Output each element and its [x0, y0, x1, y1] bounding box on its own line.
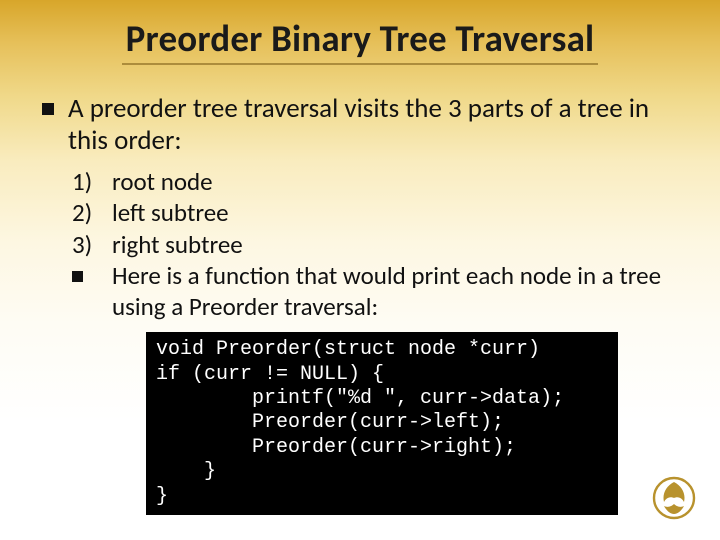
- list-item: 2) left subtree: [72, 198, 678, 229]
- title-wrap: Preorder Binary Tree Traversal: [0, 0, 720, 65]
- content-area: A preorder tree traversal visits the 3 p…: [0, 65, 720, 515]
- list-item: 3) right subtree: [72, 230, 678, 261]
- square-bullet-icon: [72, 271, 83, 282]
- intro-text: A preorder tree traversal visits the 3 p…: [68, 92, 649, 157]
- list-text: right subtree: [112, 229, 243, 260]
- list-number: 3): [72, 230, 92, 261]
- slide-title: Preorder Binary Tree Traversal: [122, 16, 599, 65]
- list-number: 2): [72, 198, 92, 229]
- square-bullet-icon: [42, 103, 54, 115]
- list-text: left subtree: [112, 197, 229, 228]
- note-text: Here is a function that would print each…: [112, 260, 661, 322]
- list-item-note: Here is a function that would print each…: [72, 261, 678, 322]
- ucf-pegasus-logo: [652, 476, 696, 520]
- list-item: 1) root node: [72, 167, 678, 198]
- pegasus-icon: [652, 476, 696, 520]
- code-block: void Preorder(struct node *curr) if (cur…: [146, 332, 618, 515]
- slide: Preorder Binary Tree Traversal A preorde…: [0, 0, 720, 540]
- list-text: root node: [112, 166, 213, 197]
- list-number: 1): [72, 167, 92, 198]
- intro-line: A preorder tree traversal visits the 3 p…: [42, 93, 678, 157]
- ordered-list: 1) root node 2) left subtree 3) right su…: [42, 167, 678, 323]
